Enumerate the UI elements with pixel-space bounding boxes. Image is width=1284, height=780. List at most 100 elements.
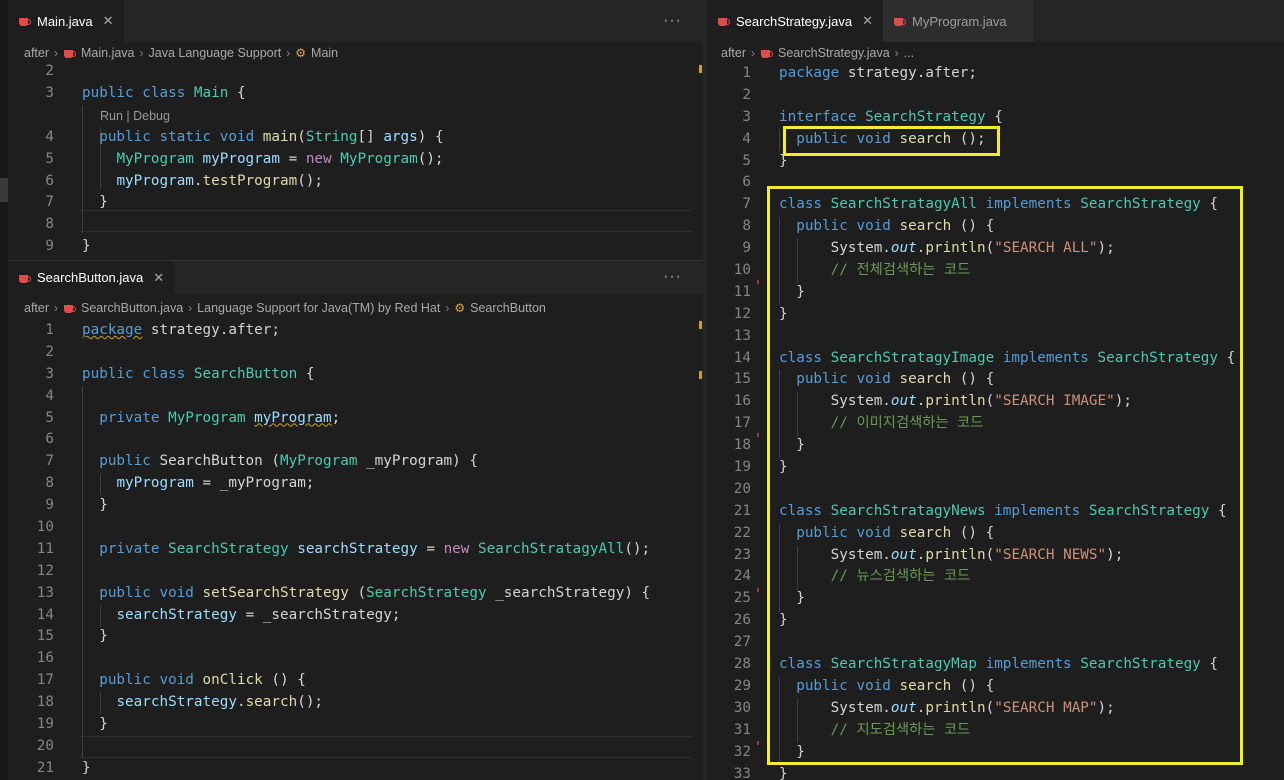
code-line: 23 System.out.println("SEARCH NEWS");: [733, 546, 1124, 563]
code-line: 11 }: [733, 283, 805, 300]
code-line: 20: [733, 480, 751, 497]
chevron-right-icon: ›: [445, 301, 450, 315]
tab-label: SearchButton.java: [37, 270, 144, 285]
java-file-icon: [18, 15, 31, 27]
code-line: 2: [742, 86, 751, 103]
tab-myprogram-java[interactable]: MyProgram.java: [883, 0, 1033, 42]
code-line: 15 }: [36, 628, 108, 645]
code-line: 19}: [733, 459, 788, 476]
code-line: 14 searchStrategy = _searchStrategy;: [36, 606, 401, 623]
code-line: 6: [45, 431, 54, 448]
code-line: 6: [742, 174, 751, 191]
code-editor[interactable]: 1 package strategy.after; 2 3 interface Se…: [707, 63, 1284, 780]
code-line: 2: [45, 343, 54, 360]
more-actions-icon[interactable]: ···: [663, 268, 682, 286]
breadcrumb-extension[interactable]: Java Language Support: [149, 46, 282, 60]
breadcrumb-file[interactable]: Main.java: [81, 46, 135, 60]
code-line: 5}: [742, 152, 788, 169]
chevron-right-icon: ›: [894, 46, 899, 60]
more-actions-icon[interactable]: ···: [663, 12, 682, 30]
activity-strip: [0, 0, 8, 780]
code-line: 4: [45, 387, 54, 404]
code-line: 13 public void setSearchStrategy (Search…: [36, 584, 651, 601]
editor-searchbutton-java: SearchButton.java ✕ ··· after › SearchBu…: [8, 260, 702, 780]
code-line: 29 public void search () {: [733, 677, 995, 694]
gutter-error-marker: [757, 588, 759, 592]
chevron-right-icon: ›: [286, 46, 291, 60]
code-line: 17 public void onClick () {: [36, 672, 306, 689]
overview-ruler-warning: [699, 65, 702, 73]
code-line: 32 }: [733, 743, 805, 760]
breadcrumb: after › SearchStrategy.java › ...: [707, 42, 1284, 64]
tab-bar: Main.java ✕ ···: [8, 0, 702, 42]
breadcrumb-folder[interactable]: after: [721, 46, 746, 60]
codelens-run-debug[interactable]: Run | Debug: [8, 105, 702, 127]
editor-searchstrategy-java: SearchStrategy.java ✕ MyProgram.java aft…: [707, 0, 1284, 780]
close-icon[interactable]: ✕: [862, 13, 873, 29]
code-line: 7 }: [45, 194, 108, 211]
code-line: 25 }: [733, 590, 805, 607]
code-line: 33}: [733, 765, 788, 780]
breadcrumb-folder[interactable]: after: [24, 301, 49, 315]
code-line: 1 package strategy.after;: [742, 65, 977, 81]
code-line: 3 public class SearchButton {: [45, 365, 315, 382]
code-line: 15 public void search () {: [733, 371, 995, 388]
code-line: 12}: [733, 305, 788, 322]
chevron-right-icon: ›: [751, 46, 756, 60]
tab-searchstrategy-java[interactable]: SearchStrategy.java ✕: [707, 0, 884, 42]
java-file-icon: [18, 272, 31, 284]
gutter-error-marker: [757, 741, 759, 745]
breadcrumb-file[interactable]: SearchButton.java: [81, 301, 183, 315]
code-line: 10 // 전체검색하는 코드: [733, 262, 971, 279]
code-editor[interactable]: 2 3 public class Main { Run | Debug 4 pub…: [8, 61, 702, 258]
code-line: 31 // 지도검색하는 코드: [733, 721, 971, 738]
breadcrumb-more[interactable]: ...: [904, 46, 914, 60]
breadcrumb-file[interactable]: SearchStrategy.java: [778, 46, 890, 60]
code-line: 10: [36, 519, 54, 536]
code-line: 30 System.out.println("SEARCH MAP");: [733, 699, 1115, 716]
breadcrumb-symbol[interactable]: SearchButton: [470, 301, 546, 315]
code-line: 5 MyProgram myProgram = new MyProgram();: [45, 150, 444, 167]
chevron-right-icon: ›: [54, 301, 59, 315]
code-line: 28 class SearchStratagyMap implements Sea…: [733, 656, 1219, 673]
code-line: 21 class SearchStratagyNews implements Se…: [733, 502, 1227, 519]
activity-marker: [0, 178, 8, 202]
code-line: 12: [36, 562, 54, 579]
chevron-right-icon: ›: [139, 46, 144, 60]
class-symbol-icon: ⚙: [454, 301, 466, 315]
code-line: 11 private SearchStrategy searchStrategy…: [36, 540, 651, 557]
java-file-icon: [717, 15, 730, 27]
tab-label: MyProgram.java: [912, 13, 1007, 29]
gutter-error-marker: [757, 433, 759, 437]
code-line: 8 public void search () {: [742, 218, 995, 235]
code-line: 9 }: [45, 497, 108, 514]
code-line: 20: [36, 737, 54, 754]
code-line: 7 public SearchButton (MyProgram _myProg…: [45, 453, 478, 470]
overview-ruler-warning: [699, 321, 702, 329]
code-line: 8: [45, 216, 54, 233]
java-file-icon: [760, 47, 774, 59]
chevron-right-icon: ›: [188, 301, 193, 315]
java-file-icon: [893, 15, 907, 27]
close-icon[interactable]: ✕: [103, 13, 114, 29]
breadcrumb-symbol[interactable]: Main: [311, 46, 338, 60]
close-icon[interactable]: ✕: [153, 270, 164, 286]
code-line: 5 private MyProgram myProgram;: [45, 409, 341, 426]
breadcrumb-extension[interactable]: Language Support for Java(TM) by Red Hat: [197, 301, 440, 315]
breadcrumb-folder[interactable]: after: [24, 46, 49, 60]
code-line: 3 interface SearchStrategy {: [742, 108, 1003, 125]
code-line: 2: [45, 63, 54, 79]
code-line: 26}: [733, 612, 788, 629]
tab-main-java[interactable]: Main.java ✕: [8, 0, 124, 42]
code-line: 3 public class Main {: [45, 84, 246, 101]
tab-label: Main.java: [37, 13, 93, 29]
tab-bar: SearchButton.java ✕ ···: [8, 261, 702, 294]
code-line: 9 System.out.println("SEARCH ALL");: [742, 240, 1115, 257]
code-editor[interactable]: 1 package strategy.after; 2 3 public class…: [8, 320, 702, 780]
java-file-icon: [63, 302, 77, 314]
code-line: 18 searchStrategy.search();: [36, 694, 324, 711]
code-line: 6 myProgram.testProgram();: [45, 172, 324, 189]
tab-searchbutton-java[interactable]: SearchButton.java ✕: [8, 261, 175, 294]
code-line: 18 }: [733, 437, 805, 454]
editor-main-java: Main.java ✕ ··· after › Main.java › Java…: [8, 0, 702, 260]
